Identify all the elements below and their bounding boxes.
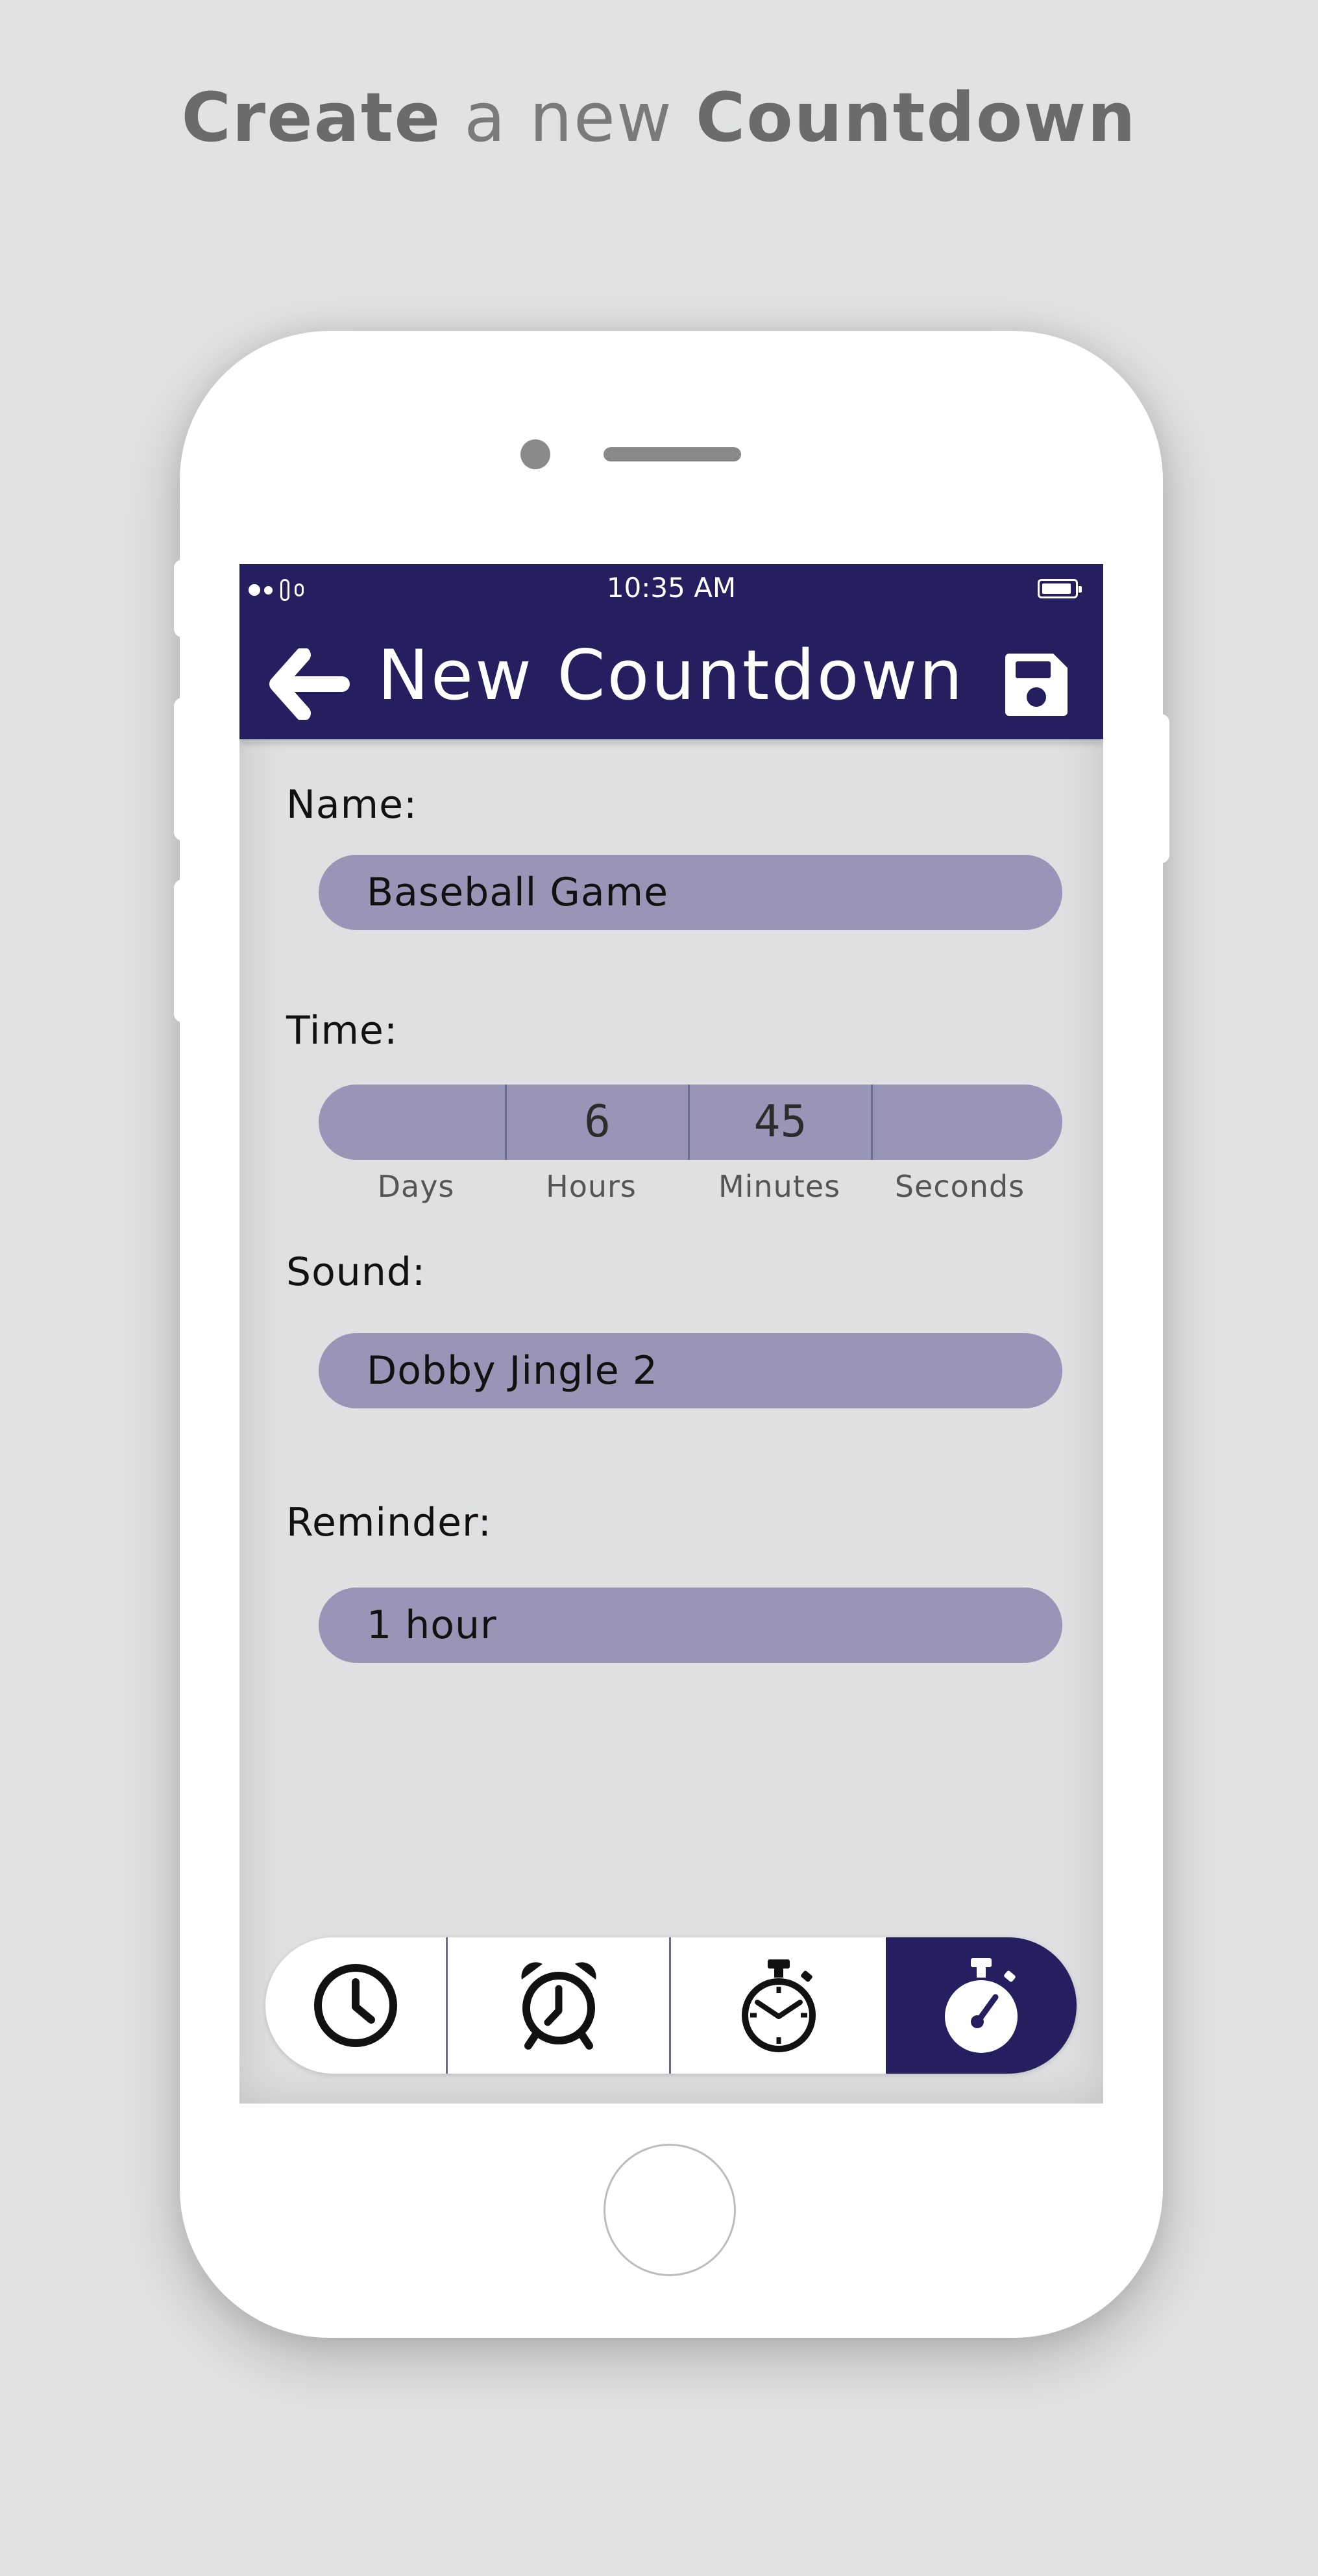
back-button[interactable] [269, 647, 351, 721]
phone-volume-down-button [174, 879, 191, 1022]
tab-alarm[interactable] [448, 1937, 671, 2074]
headline-word-a-new: a new [464, 78, 673, 157]
page-title: New Countdown [377, 635, 965, 715]
days-caption: Days [377, 1169, 455, 1204]
name-input[interactable]: Baseball Game [319, 855, 1062, 930]
reminder-select[interactable]: 1 hour [319, 1588, 1062, 1663]
headline-word-countdown: Countdown [695, 78, 1137, 157]
timer-icon [945, 1958, 1018, 2053]
status-time: 10:35 AM [606, 572, 737, 604]
app-bar: 10:35 AM New Countdown [239, 564, 1103, 739]
status-bar: 10:35 AM [239, 564, 1103, 609]
clock-icon [314, 1964, 397, 2047]
minutes-input[interactable]: 45 [690, 1085, 873, 1160]
phone-volume-up-button [174, 698, 191, 840]
sound-select[interactable]: Dobby Jingle 2 [319, 1333, 1062, 1408]
days-input[interactable] [319, 1085, 507, 1160]
phone-side-button [174, 559, 191, 637]
battery-icon [1038, 579, 1082, 598]
tab-clock[interactable] [265, 1937, 448, 2074]
hours-input[interactable]: 6 [507, 1085, 690, 1160]
page-headline: Create a new Countdown [0, 78, 1318, 157]
seconds-caption: Seconds [894, 1169, 1025, 1204]
app-screen: 10:35 AM New Countdown Name: Baseball Ga… [239, 564, 1103, 2104]
headline-word-create: Create [181, 78, 442, 157]
phone-power-button [1153, 714, 1169, 863]
save-button[interactable] [1003, 651, 1070, 718]
front-camera [520, 439, 550, 469]
name-label: Name: [286, 782, 418, 828]
earpiece-speaker [604, 447, 741, 461]
tab-timer[interactable] [886, 1937, 1077, 2074]
minutes-caption: Minutes [718, 1169, 841, 1204]
hours-caption: Hours [546, 1169, 637, 1204]
sound-label: Sound: [286, 1249, 426, 1295]
tab-stopwatch[interactable] [671, 1937, 886, 2074]
bottom-tab-bar [265, 1937, 1077, 2074]
seconds-input[interactable] [873, 1085, 1062, 1160]
time-label: Time: [286, 1008, 398, 1053]
arrow-left-icon [269, 647, 350, 721]
time-input-group: 6 45 [319, 1085, 1062, 1160]
home-button[interactable] [604, 2144, 736, 2276]
alarm-clock-icon [520, 1962, 596, 2050]
reminder-label: Reminder: [286, 1500, 492, 1545]
stopwatch-icon [741, 1959, 816, 2052]
floppy-disk-icon [1005, 654, 1068, 716]
